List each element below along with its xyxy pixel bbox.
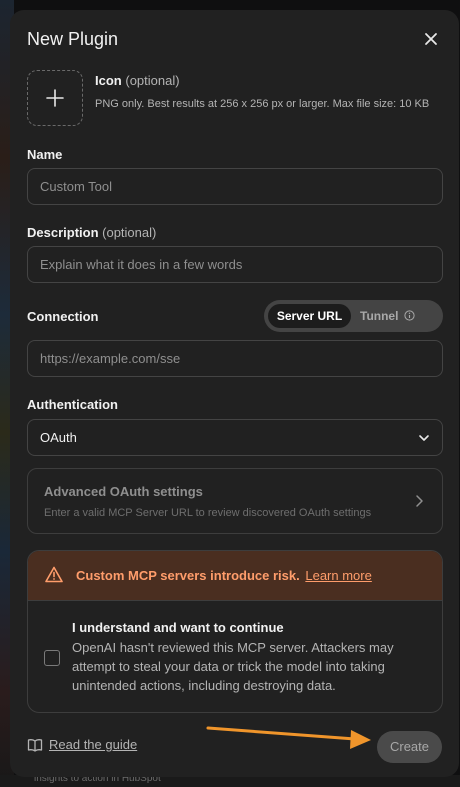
description-label: Description (optional)	[27, 225, 157, 240]
plus-icon	[46, 89, 64, 107]
learn-more-link[interactable]: Learn more	[305, 568, 371, 583]
chevron-right-icon	[416, 495, 423, 507]
advanced-oauth-title: Advanced OAuth settings	[44, 484, 203, 499]
authentication-select[interactable]: OAuth	[27, 419, 443, 456]
close-button[interactable]	[420, 28, 442, 50]
server-url-input[interactable]: https://example.com/sse	[27, 340, 443, 377]
create-button[interactable]: Create	[377, 731, 442, 763]
advanced-oauth-settings[interactable]: Advanced OAuth settings Enter a valid MC…	[27, 468, 443, 534]
checkbox-title: I understand and want to continue	[72, 620, 284, 635]
name-input[interactable]: Custom Tool	[27, 168, 443, 205]
advanced-oauth-subtitle: Enter a valid MCP Server URL to review d…	[44, 507, 372, 519]
name-label: Name	[27, 147, 63, 162]
read-guide-link[interactable]: Read the guide	[27, 737, 137, 752]
tab-tunnel[interactable]: Tunnel	[360, 304, 440, 328]
warning-icon	[45, 566, 63, 583]
connection-label: Connection	[27, 309, 99, 324]
chevron-down-icon	[419, 435, 429, 441]
book-icon	[27, 738, 43, 752]
close-icon	[425, 33, 437, 45]
authentication-label: Authentication	[27, 397, 118, 412]
description-input[interactable]: Explain what it does in a few words	[27, 246, 443, 283]
understand-checkbox[interactable]	[44, 650, 60, 666]
icon-upload-button[interactable]	[27, 70, 83, 126]
icon-hint: PNG only. Best results at 256 x 256 px o…	[95, 98, 430, 110]
risk-warning-card: Custom MCP servers introduce risk. Learn…	[27, 550, 443, 713]
tab-server-url[interactable]: Server URL	[268, 304, 351, 328]
checkbox-description: OpenAI hasn't reviewed this MCP server. …	[72, 640, 394, 693]
risk-warning-text: Custom MCP servers introduce risk.	[76, 568, 300, 583]
authentication-value: OAuth	[40, 430, 77, 445]
risk-warning-banner: Custom MCP servers introduce risk. Learn…	[28, 551, 442, 601]
connection-toggle: Server URL Tunnel	[264, 300, 443, 332]
dialog-title: New Plugin	[27, 29, 119, 49]
icon-label: Icon (optional)	[95, 73, 180, 88]
info-icon	[404, 310, 415, 321]
new-plugin-dialog: New Plugin Icon (optional) PNG only. Bes…	[10, 10, 459, 777]
